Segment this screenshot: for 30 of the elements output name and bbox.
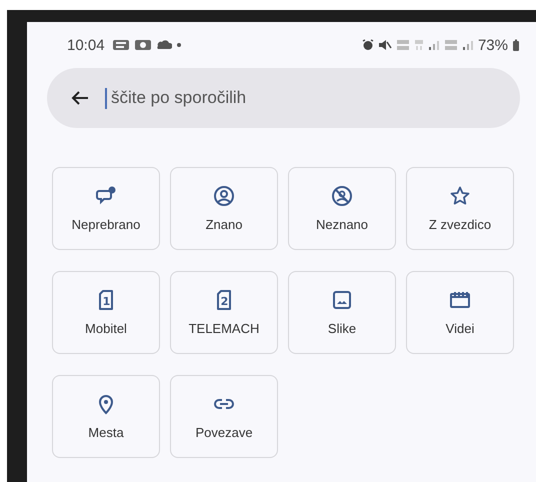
filter-chip[interactable]: Slike [288,271,396,354]
filter-chip[interactable]: Neprebrano [52,167,160,250]
filter-chip[interactable]: Videi [406,271,514,354]
signal-icon [428,39,440,51]
filter-chip[interactable]: Povezave [170,375,278,458]
clapperboard-icon [449,289,471,311]
person-circle-icon [213,185,235,207]
chat-dot-icon [95,185,117,207]
person-blocked-icon [331,185,353,207]
filter-chip[interactable]: Mesta [52,375,160,458]
dot-icon [176,42,182,48]
image-icon [331,289,353,311]
signal-icon [462,39,474,51]
network-icon [396,39,410,51]
filter-chip[interactable]: Z zvezdico [406,167,514,250]
filter-chip[interactable]: Znano [170,167,278,250]
status-time: 10:04 [67,36,105,54]
alarm-icon [362,39,374,51]
battery-percentage: 73% [478,36,508,54]
battery-icon [512,39,520,51]
cloud-icon [156,40,172,50]
network-icon [444,39,458,51]
mute-icon [378,39,392,51]
back-arrow-icon[interactable] [71,90,89,106]
star-icon [449,185,471,207]
search-field[interactable]: ščite po sporočilih [103,88,520,108]
filter-chip[interactable]: 1 Mobitel [52,271,160,354]
filter-chip[interactable]: Neznano [288,167,396,250]
search-bar[interactable]: ščite po sporočilih [47,68,520,128]
filter-chip[interactable]: 2 TELEMACH [170,271,278,354]
